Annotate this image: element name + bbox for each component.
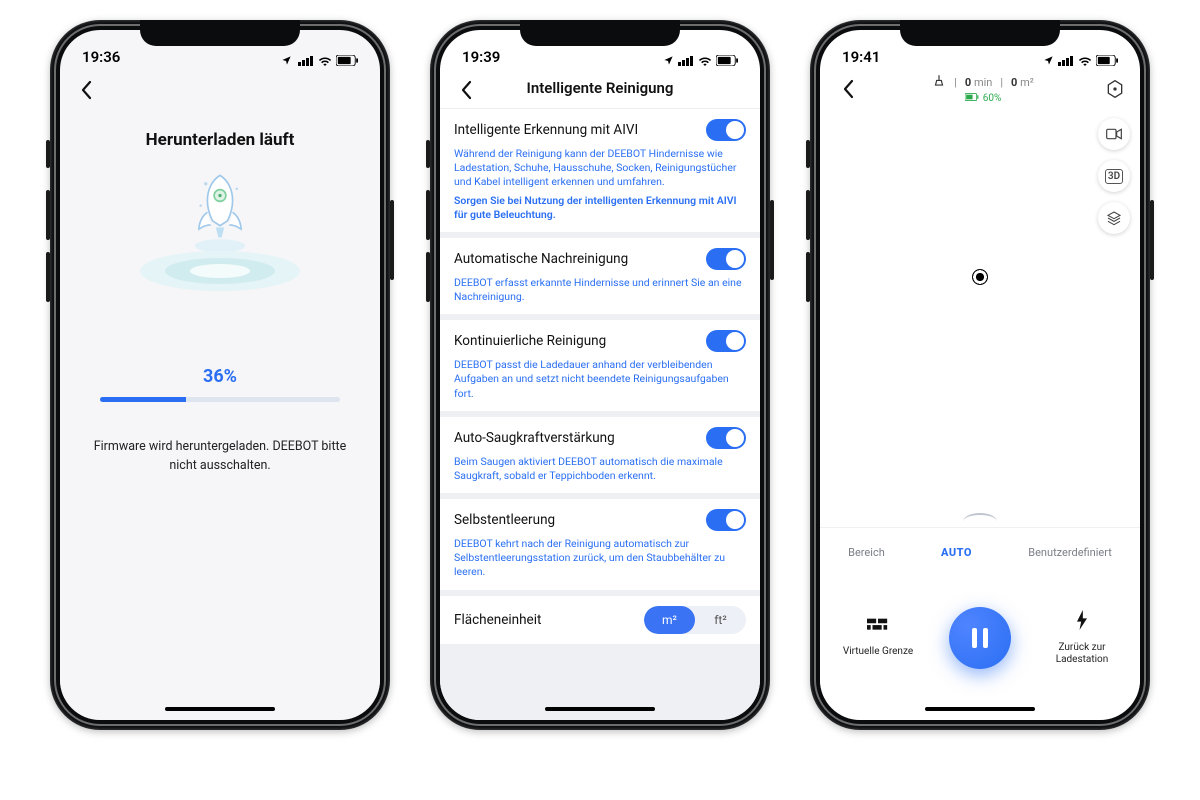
area-unit-segmented[interactable]: m² ft² [644,606,746,634]
setting-row-area-unit: Flächeneinheit m² ft² [440,596,760,644]
setting-row-continuous: Kontinuierliche Reinigung DEEBOT passt d… [440,320,760,411]
battery-percent: 60% [983,93,1002,104]
mode-auto[interactable]: AUTO [941,547,972,560]
mop-icon [932,74,946,91]
wifi-icon [1078,56,1092,66]
video-icon [1106,128,1122,140]
home-indicator[interactable] [820,698,1140,720]
progress-bar [100,397,340,402]
setting-row-reclean: Automatische Nachreinigung DEEBOT erfass… [440,238,760,314]
setting-desc: DEEBOT erfasst erkannte Hindernisse und … [454,276,746,304]
home-indicator[interactable] [440,698,760,720]
setting-desc: DEEBOT kehrt nach der Reinigung automati… [454,537,746,580]
home-indicator[interactable] [60,698,380,720]
back-button[interactable] [72,76,100,104]
header: Intelligente Reinigung [440,68,760,109]
setting-title: Auto-Saugkraftverstärkung [454,430,615,446]
back-button[interactable] [452,76,480,104]
header-title: Intelligente Reinigung [527,79,674,97]
mode-custom[interactable]: Benutzerdefiniert [1028,547,1112,560]
header [60,68,380,108]
setting-row-selfempty: Selbstentleerung DEEBOT kehrt nach der R… [440,499,760,590]
battery-icon [336,55,358,66]
location-icon [1043,55,1054,66]
camera-button[interactable] [1098,118,1130,150]
mode-area[interactable]: Bereich [848,547,885,560]
pause-button[interactable] [949,607,1011,669]
return-dock-button[interactable]: Zurück zur Ladestation [1037,610,1127,666]
setting-title: Selbstentleerung [454,512,555,528]
layers-button[interactable] [1098,202,1130,234]
action-bar: Virtuelle Grenze Zurück zur Ladestation [820,578,1140,698]
virtual-wall-label: Virtuelle Grenze [843,646,913,658]
toggle-continuous[interactable] [706,330,746,352]
setting-desc: DEEBOT passt die Ladedauer anhand der ve… [454,358,746,401]
toggle-autoboost[interactable] [706,427,746,449]
setting-desc: Beim Saugen aktiviert DEEBOT automatisch… [454,455,746,483]
status-icons [1043,55,1118,66]
virtual-wall-button[interactable]: Virtuelle Grenze [833,618,923,658]
layers-icon [1106,210,1122,226]
setting-title: Flächeneinheit [454,612,541,628]
toggle-selfempty[interactable] [706,509,746,531]
phone-download: 19:36 [50,20,390,730]
map-canvas[interactable]: 3D [820,110,1140,527]
location-icon [663,55,674,66]
setting-title: Intelligente Erkennung mit AIVI [454,122,638,138]
setting-note: Sorgen Sie bei Nutzung der intelligenten… [454,194,746,222]
setting-title: Kontinuierliche Reinigung [454,333,606,349]
pause-icon [972,628,988,648]
hex-settings-icon [1105,79,1125,99]
launchpad-icon [135,246,305,296]
phone-settings: 19:39 Intelligente Reinigung Intelligent… [430,20,770,730]
status-bar: 19:36 [60,30,380,68]
settings-button[interactable] [1104,78,1126,100]
mode-tabs: Bereich AUTO Benutzerdefiniert [820,527,1140,578]
cellular-icon [678,56,694,66]
setting-row-autoboost: Auto-Saugkraftverstärkung Beim Saugen ak… [440,417,760,493]
stats-area-value: 0 [1011,76,1017,89]
stats-area-unit: m² [1020,76,1034,89]
toggle-reclean[interactable] [706,248,746,270]
status-time: 19:39 [462,48,500,66]
map-header: | 0 min | 0 m² 60% [820,68,1140,110]
cellular-icon [1058,56,1074,66]
battery-icon [716,55,738,66]
setting-desc: Während der Reinigung kann der DEEBOT Hi… [454,147,746,190]
status-time: 19:41 [842,48,880,66]
wifi-icon [698,56,712,66]
location-icon [281,55,292,66]
download-message: Firmware wird heruntergeladen. DEEBOT bi… [60,438,380,476]
stats-time-unit: min [974,76,992,89]
run-stats: | 0 min | 0 m² 60% [932,74,1034,104]
cellular-icon [298,56,314,66]
status-bar: 19:39 [440,30,760,68]
robot-marker-icon [972,269,988,285]
back-button[interactable] [834,75,862,103]
area-unit-m2[interactable]: m² [644,606,695,634]
battery-charging-icon [965,93,979,104]
phone-map: 19:41 | 0 min | [810,20,1150,730]
toggle-aivi[interactable] [706,119,746,141]
setting-title: Automatische Nachreinigung [454,251,628,267]
area-unit-ft2[interactable]: ft² [695,606,746,634]
status-icons [663,55,738,66]
progress-percent: 36% [203,366,237,387]
page-title: Herunterladen läuft [146,130,295,150]
stats-time-value: 0 [965,76,971,89]
drawer-handle[interactable] [963,513,997,523]
bricks-icon [867,618,889,640]
battery-icon [1096,55,1118,66]
status-bar: 19:41 [820,30,1140,68]
status-time: 19:36 [82,48,120,66]
status-icons [281,55,358,66]
setting-row-aivi: Intelligente Erkennung mit AIVI Während … [440,109,760,232]
wifi-icon [318,56,332,66]
return-dock-label: Zurück zur Ladestation [1037,642,1127,666]
3d-icon: 3D [1105,169,1123,184]
lightning-icon [1074,610,1090,636]
3d-toggle-button[interactable]: 3D [1098,160,1130,192]
